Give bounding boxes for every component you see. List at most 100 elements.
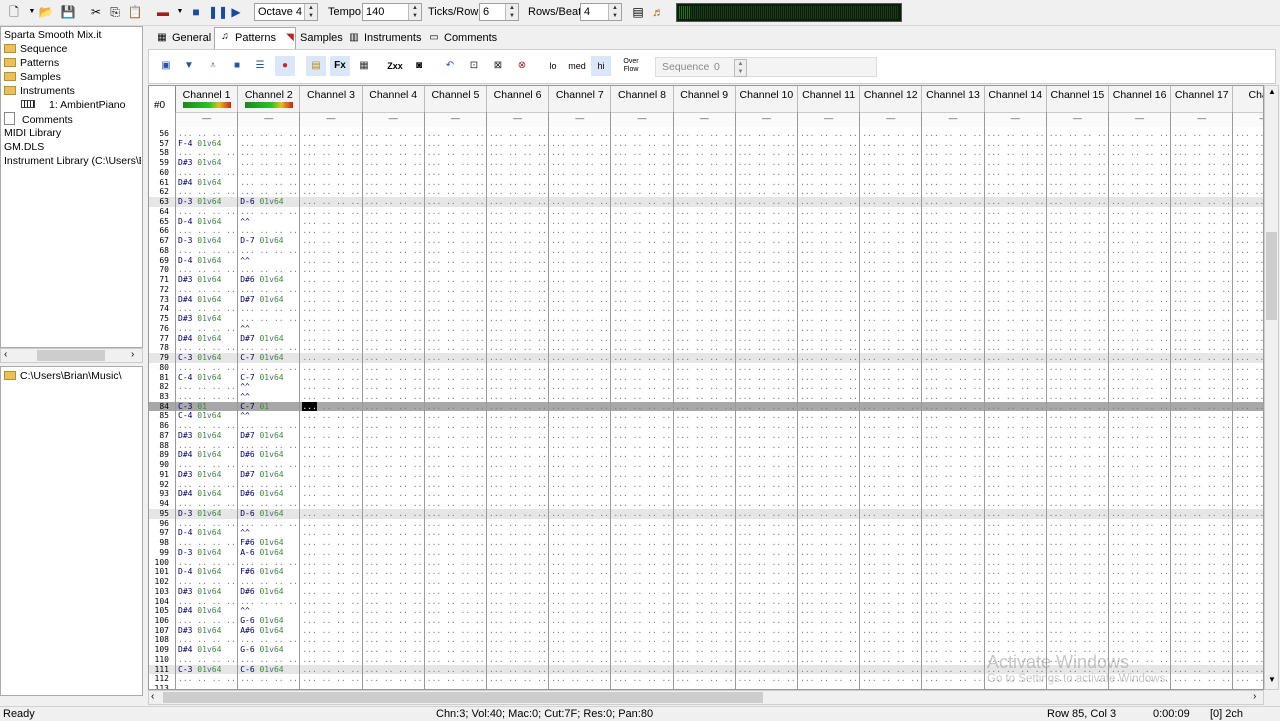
pattern-cell[interactable]: ... .. .. ...	[489, 411, 547, 421]
pattern-cell[interactable]: ... .. .. ...	[489, 187, 547, 197]
pattern-cell[interactable]: ... .. .. ...	[862, 674, 920, 684]
pattern-cell[interactable]: ... .. .. ...	[862, 606, 920, 616]
pattern-cell[interactable]: ... .. .. ...	[489, 470, 547, 480]
channel-header[interactable]: Channel 9	[673, 86, 736, 112]
pattern-cell[interactable]: ... .. .. ...	[987, 567, 1045, 577]
pattern-cell[interactable]: ... .. .. ...	[1111, 304, 1169, 314]
pattern-cell[interactable]: ... .. .. ...	[924, 528, 982, 538]
pattern-cell[interactable]: G-6 01v64	[240, 616, 298, 626]
pattern-cell[interactable]: ... .. .. ...	[1235, 334, 1263, 344]
pattern-cell[interactable]: ... .. .. ...	[1049, 635, 1107, 645]
pattern-cell[interactable]: ... .. .. ...	[800, 558, 858, 568]
pattern-cell[interactable]: ... .. .. ...	[613, 129, 671, 139]
pattern-cell[interactable]: ... .. .. ...	[302, 158, 360, 168]
pattern-cell[interactable]: ... .. .. ...	[427, 256, 485, 266]
metronome-icon[interactable]: ♬	[650, 4, 666, 20]
pattern-cell[interactable]: ... .. .. ...	[551, 635, 609, 645]
pattern-cell[interactable]: ... .. .. ...	[987, 489, 1045, 499]
pattern-cell[interactable]: ... .. .. ...	[178, 460, 236, 470]
pattern-cell[interactable]: ... .. .. ...	[738, 178, 796, 188]
pattern-cell[interactable]: ... .. .. ...	[676, 236, 734, 246]
pattern-cell[interactable]: ... .. .. ...	[987, 470, 1045, 480]
pattern-cell[interactable]: ... .. .. ...	[862, 265, 920, 275]
channel-plugin-slot[interactable]: —	[176, 112, 239, 127]
pattern-cell[interactable]: ... .. .. ...	[551, 236, 609, 246]
pattern-cell[interactable]: ... .. .. ...	[489, 226, 547, 236]
pattern-cell[interactable]: ... .. .. ...	[613, 597, 671, 607]
pattern-cell[interactable]: ... .. .. ...	[489, 129, 547, 139]
pattern-cell[interactable]: ... .. .. ...	[1049, 129, 1107, 139]
pattern-cell[interactable]: ... .. .. ...	[613, 548, 671, 558]
pattern-cell[interactable]: ... .. .. ...	[489, 353, 547, 363]
pattern-cell[interactable]: ... .. .. ...	[551, 207, 609, 217]
pattern-cell[interactable]: D#3 01v64	[178, 158, 236, 168]
overflow-button[interactable]: Over Flow	[621, 56, 641, 76]
pattern-cell[interactable]: ... .. .. ...	[365, 246, 423, 256]
pattern-cell[interactable]: ... .. .. ...	[862, 567, 920, 577]
pattern-row[interactable]: 75 D#3 01v64 ... .. .. ... ... .. .. ......…	[149, 314, 1263, 324]
pattern-cell[interactable]: ... .. .. ...	[800, 616, 858, 626]
pattern-cell[interactable]: ... .. .. ...	[302, 265, 360, 275]
channel-header[interactable]: Chann	[1233, 86, 1263, 112]
dropdown-arrow-icon[interactable]: ▼	[172, 4, 188, 20]
pattern-cell[interactable]: ... .. .. ...	[987, 275, 1045, 285]
pattern-cell[interactable]: ... .. .. ...	[178, 616, 236, 626]
pattern-cell[interactable]: ... .. .. ...	[1049, 324, 1107, 334]
pattern-cell[interactable]: ... .. .. ...	[738, 148, 796, 158]
pattern-cell[interactable]: ... .. .. ...	[800, 489, 858, 499]
new-file-icon[interactable]: 🗋	[6, 4, 22, 20]
pattern-cell[interactable]: ... .. .. ...	[427, 528, 485, 538]
pattern-cell[interactable]: ... .. .. ...	[987, 421, 1045, 431]
pattern-cell[interactable]: ... .. .. ...	[427, 460, 485, 470]
pattern-cell[interactable]: ... .. .. ...	[365, 499, 423, 509]
channel-plugin-slot[interactable]: —	[673, 112, 736, 127]
pattern-cell[interactable]: ... .. .. ...	[1049, 148, 1107, 158]
pattern-row[interactable]: 62 ... .. .. ... ... .. .. ... ... .. .. ..…	[149, 187, 1263, 197]
pattern-cell[interactable]: ... .. .. ...	[1235, 343, 1263, 353]
spinner-arrows-icon[interactable]: ▲ ▼	[304, 4, 317, 20]
pattern-cell[interactable]: ... .. .. ...	[302, 295, 360, 305]
pattern-cell[interactable]: ... .. .. ...	[551, 168, 609, 178]
pattern-cell[interactable]: ... .. .. ...	[302, 460, 360, 470]
pattern-cell[interactable]: ... .. .. ...	[800, 480, 858, 490]
pattern-cell[interactable]: ... .. .. ...	[1235, 431, 1263, 441]
pattern-row[interactable]: 90 ... .. .. ... ... .. .. ... ... .. .. ..…	[149, 460, 1263, 470]
pattern-cell[interactable]: ... .. .. ...	[613, 635, 671, 645]
pattern-cell[interactable]: D#4 01v64	[178, 606, 236, 616]
pattern-cell[interactable]: ... .. .. ...	[1111, 217, 1169, 227]
pattern-cell[interactable]: ... .. .. ...	[178, 392, 236, 402]
pattern-cell[interactable]: ... .. .. ...	[924, 265, 982, 275]
play-song-icon[interactable]: ▬	[155, 4, 171, 20]
pattern-cell[interactable]: ... .. .. ...	[1111, 538, 1169, 548]
pattern-cell[interactable]: ... .. .. ...	[365, 382, 423, 392]
pattern-cell[interactable]: ... .. .. ...	[613, 187, 671, 197]
pattern-cell[interactable]: ... .. .. ...	[178, 441, 236, 451]
pattern-cell[interactable]: ... .. .. ...	[676, 207, 734, 217]
pattern-cell[interactable]: ... .. .. ...	[1111, 129, 1169, 139]
pattern-cell[interactable]: ... .. .. ...	[302, 577, 360, 587]
pattern-row[interactable]: 102 ... .. .. ... ... .. .. ... ... .. .. .…	[149, 577, 1263, 587]
pattern-cell[interactable]: ... .. .. ...	[1173, 567, 1231, 577]
pattern-cell[interactable]: ... .. .. ...	[427, 480, 485, 490]
pattern-cell[interactable]: ... .. .. ...	[800, 285, 858, 295]
pattern-cell[interactable]: ... .. .. ...	[365, 139, 423, 149]
pattern-cell[interactable]: ... .. .. ...	[489, 519, 547, 529]
pattern-cell[interactable]: ... .. .. ...	[178, 343, 236, 353]
pattern-cell[interactable]: ... .. .. ...	[1049, 295, 1107, 305]
octave-spinner[interactable]: Octave 4 ▲ ▼	[254, 3, 318, 21]
pattern-cell[interactable]: ... .. .. ...	[676, 587, 734, 597]
pattern-cell[interactable]: ... .. .. ...	[924, 334, 982, 344]
pattern-cell[interactable]: ... .. .. ...	[427, 519, 485, 529]
pattern-cell[interactable]: ... .. .. ...	[551, 460, 609, 470]
pattern-cell[interactable]: ... .. .. ...	[489, 548, 547, 558]
pattern-cell[interactable]: ... .. .. ...	[427, 178, 485, 188]
pattern-cell[interactable]: ... .. .. ...	[427, 470, 485, 480]
pattern-cell[interactable]: ... .. .. ...	[987, 158, 1045, 168]
pattern-cell[interactable]: ... .. .. ...	[987, 411, 1045, 421]
pattern-cell[interactable]: ... .. .. ...	[427, 635, 485, 645]
pattern-cell[interactable]: ... .. .. ...	[302, 519, 360, 529]
pattern-cell[interactable]: ... .. .. ...	[1173, 129, 1231, 139]
pattern-cell[interactable]: ... .. .. ...	[1235, 645, 1263, 655]
pattern-cell[interactable]: ... .. .. ...	[1235, 226, 1263, 236]
pattern-cell[interactable]: ... .. .. ...	[1049, 616, 1107, 626]
